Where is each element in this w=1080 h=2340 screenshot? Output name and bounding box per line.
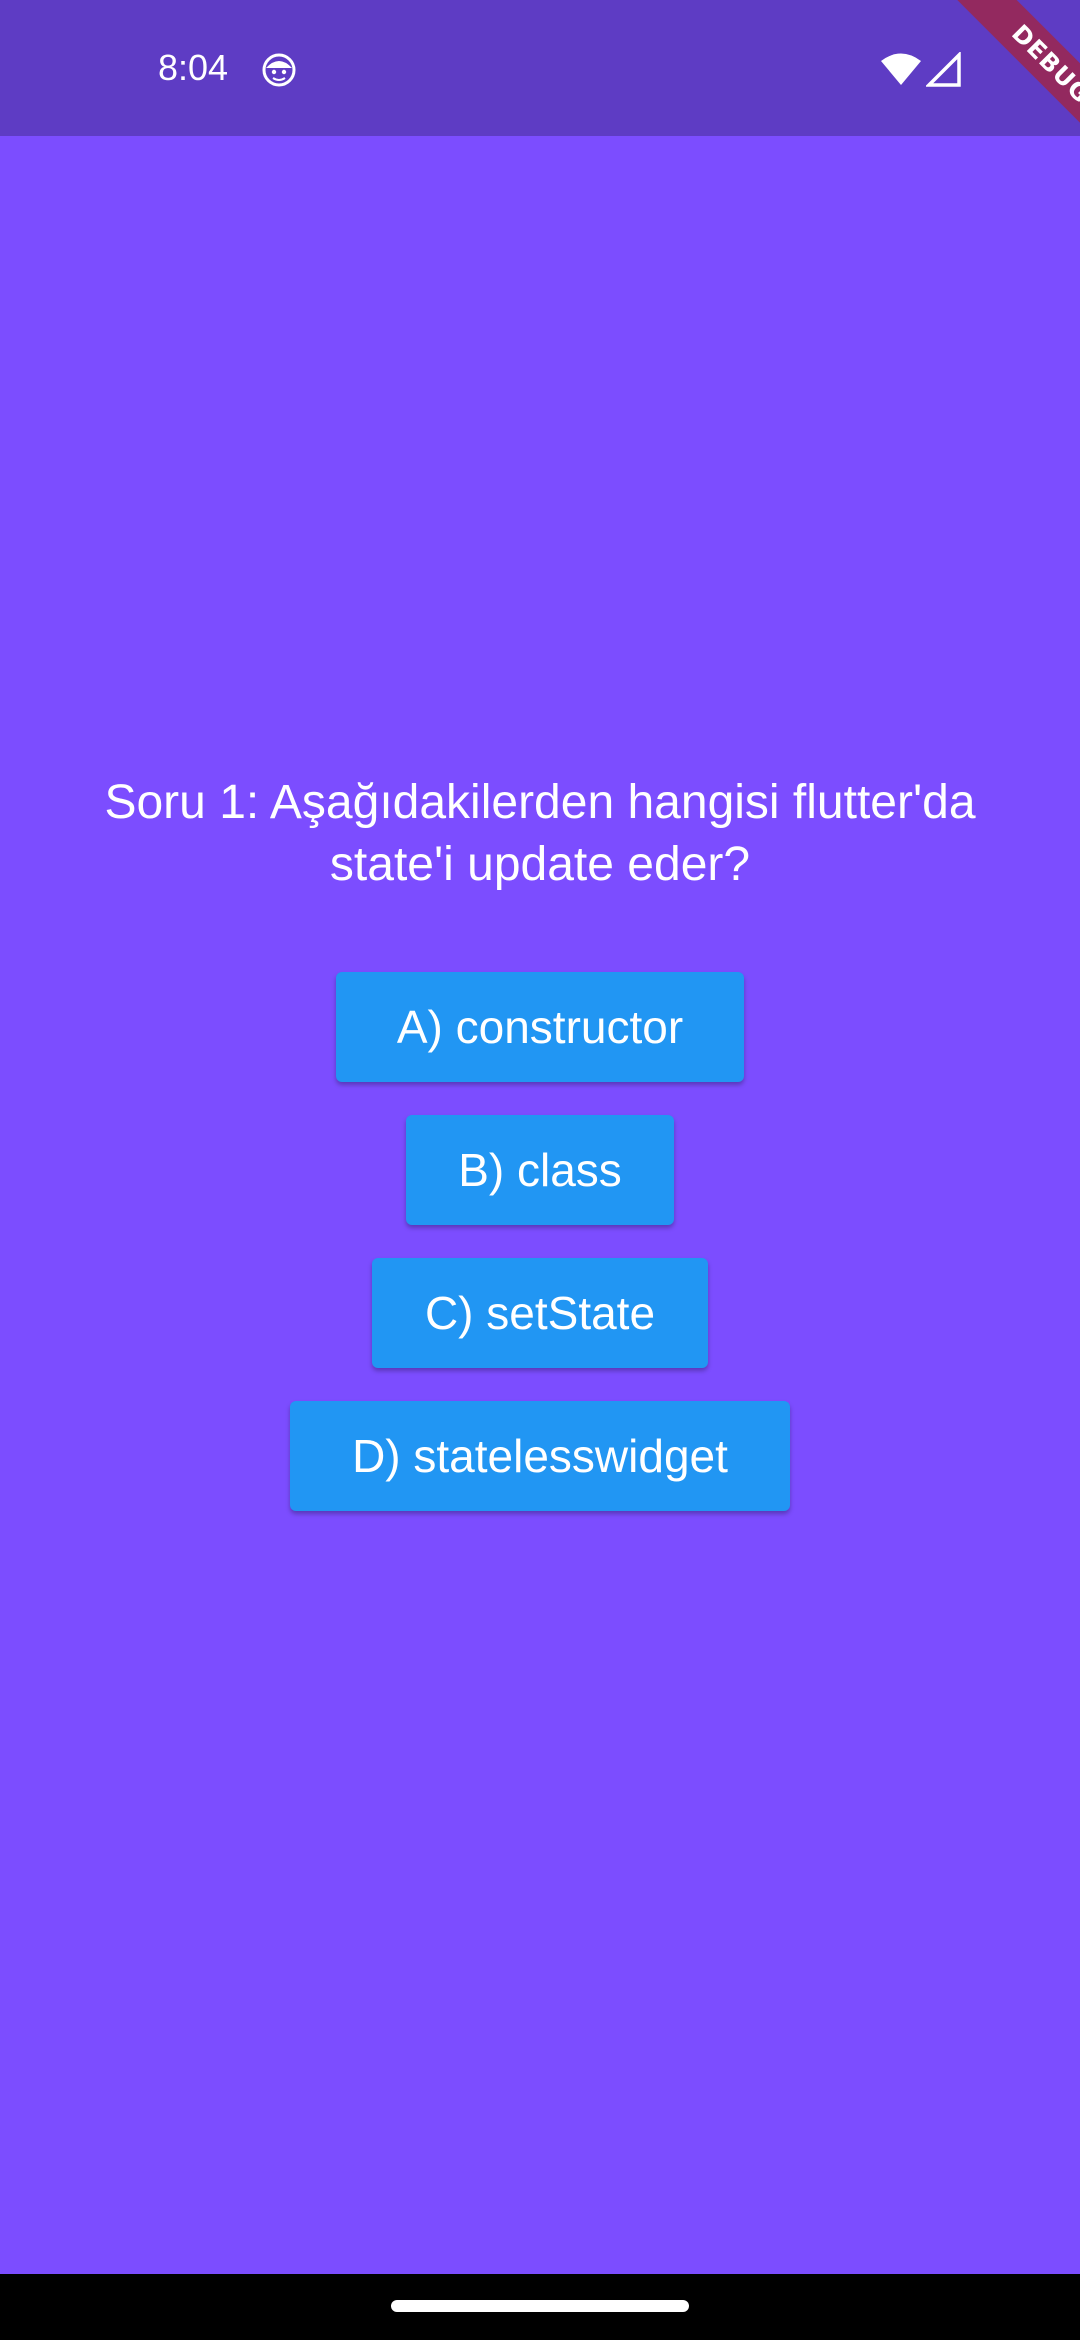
answer-button-a[interactable]: A) constructor	[336, 972, 744, 1082]
home-indicator[interactable]	[391, 2300, 689, 2312]
answer-button-d[interactable]: D) statelesswidget	[290, 1401, 790, 1511]
navigation-bar	[0, 2274, 1080, 2340]
answer-button-c[interactable]: C) setState	[372, 1258, 708, 1368]
status-time: 8:04	[158, 47, 229, 88]
face-icon	[262, 53, 296, 87]
answer-button-b[interactable]: B) class	[406, 1115, 674, 1225]
debug-banner-label: DEBUG	[944, 0, 1080, 170]
debug-banner: DEBUG	[910, 0, 1080, 170]
question-text: Soru 1: Aşağıdakilerden hangisi flutter'…	[104, 776, 976, 891]
